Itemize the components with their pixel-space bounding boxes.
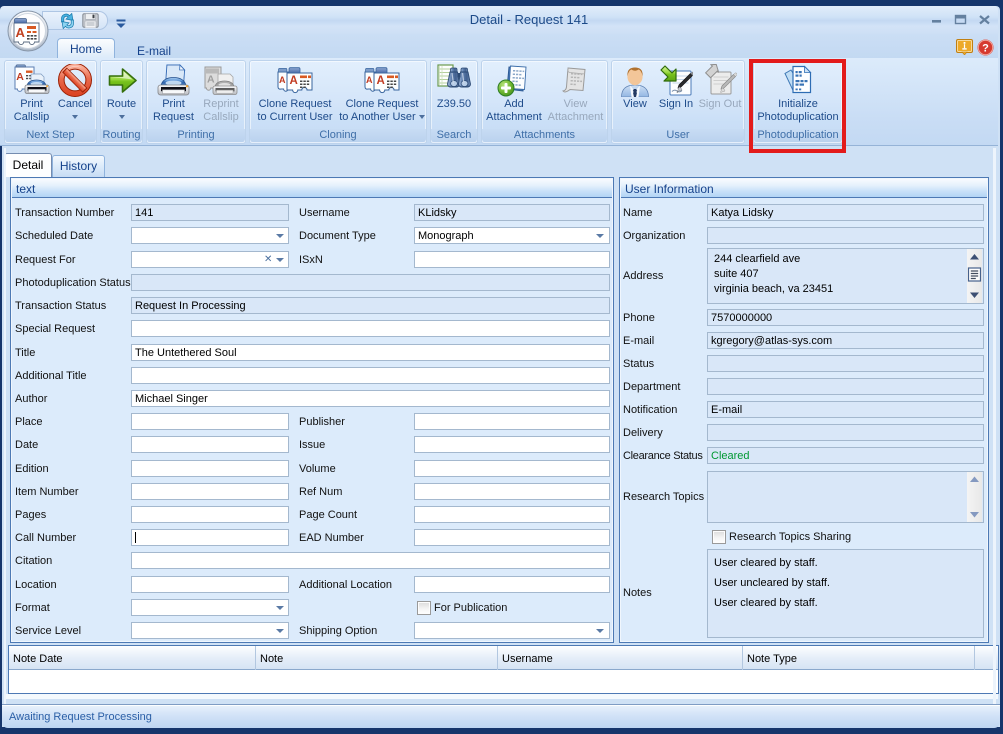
- svg-text:A: A: [279, 75, 286, 85]
- svg-text:A: A: [16, 71, 24, 83]
- svg-text:A: A: [290, 75, 298, 87]
- svg-text:?: ?: [982, 42, 989, 54]
- svg-text:A: A: [16, 25, 26, 40]
- svg-text:A: A: [207, 74, 215, 86]
- svg-text:A: A: [366, 75, 373, 85]
- svg-text:A: A: [377, 75, 385, 87]
